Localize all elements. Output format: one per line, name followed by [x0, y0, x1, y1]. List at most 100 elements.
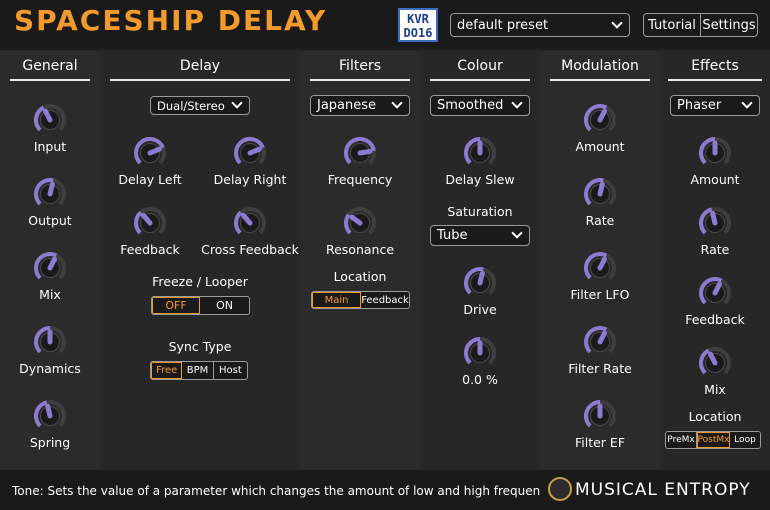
filter-location-toggle: Main Feedback [311, 291, 410, 309]
sync-host-option[interactable]: Host [214, 362, 247, 379]
divider [430, 79, 530, 81]
knob-modulation-filter-lfo[interactable] [583, 251, 617, 285]
knob-general-input[interactable] [33, 103, 67, 137]
knob-label: Mix [704, 382, 726, 397]
effects-location-toggle: PreMx PostMx Loop [665, 431, 761, 449]
saturation-dropdown[interactable]: Tube [430, 225, 530, 246]
filters-title: Filters [339, 58, 381, 74]
divider [668, 79, 762, 81]
delay-mode-dropdown[interactable]: Dual/Stereo [150, 96, 250, 115]
knob-effects-amount[interactable] [698, 136, 732, 170]
knob-label: Filter Rate [568, 361, 632, 376]
knob-filters-resonance[interactable] [343, 206, 377, 240]
knob-delay-cross-feedback[interactable] [233, 206, 267, 240]
effect-type-label: Phaser [677, 98, 722, 113]
knob-general-output[interactable] [33, 177, 67, 211]
location-main-option[interactable]: Main [312, 292, 362, 308]
knob-general-mix[interactable] [33, 251, 67, 285]
preset-dropdown[interactable]: default preset [450, 13, 630, 37]
colour-mode-label: Smoothed [437, 98, 504, 113]
knob-filters-frequency[interactable] [343, 136, 377, 170]
tutorial-button[interactable]: Tutorial [643, 13, 701, 37]
knob-general-dynamics[interactable] [33, 325, 67, 359]
sync-title: Sync Type [168, 339, 232, 354]
settings-button[interactable]: Settings [700, 13, 758, 37]
sync-free-option[interactable]: Free [151, 362, 183, 379]
freeze-on-option[interactable]: ON [200, 297, 249, 314]
effect-type-dropdown[interactable]: Phaser [670, 95, 760, 116]
kvr-logo: KVR DO16 [398, 8, 438, 42]
knob-effects-rate[interactable] [698, 206, 732, 240]
app-title: SPACESHIP DELAY [14, 4, 328, 37]
knob-label: Dynamics [19, 361, 81, 376]
knob-modulation-amount[interactable] [583, 103, 617, 137]
knob-colour-delay-slew[interactable] [463, 136, 497, 170]
divider [10, 79, 90, 81]
knob-label: Output [28, 213, 72, 228]
knob-label: Spring [29, 435, 71, 450]
knob-label: Mix [39, 287, 61, 302]
knob-label: Frequency [327, 172, 393, 187]
freeze-toggle: OFF ON [151, 296, 250, 315]
divider [110, 79, 290, 81]
knob-label: Drive [463, 302, 497, 317]
brand-name: MUSICAL ENTROPY [575, 480, 751, 500]
knob-label: Input [33, 139, 67, 154]
modulation-title: Modulation [561, 58, 639, 74]
knob-label: Feedback [685, 312, 745, 327]
chevron-down-icon [511, 97, 523, 109]
knob-effects-mix[interactable] [698, 346, 732, 380]
chevron-down-icon [511, 227, 523, 239]
knob-label: Resonance [325, 242, 395, 257]
colour-title: Colour [457, 58, 503, 74]
location-premx-option[interactable]: PreMx [666, 432, 697, 448]
sync-toggle: Free BPM Host [150, 361, 248, 380]
knob-label: Delay Right [213, 172, 287, 187]
freeze-off-option[interactable]: OFF [152, 297, 201, 314]
knob-delay-delay-right[interactable] [233, 136, 267, 170]
divider [310, 79, 410, 81]
location-loop-option[interactable]: Loop [730, 432, 760, 448]
knob-label: Delay Slew [445, 172, 515, 187]
knob-delay-delay-left[interactable] [133, 136, 167, 170]
delay-title: Delay [179, 58, 221, 74]
preset-label: default preset [457, 17, 549, 33]
knob-label: Filter EF [574, 435, 626, 450]
knob-delay-feedback[interactable] [133, 206, 167, 240]
knob-label: Amount [690, 172, 740, 187]
chevron-down-icon [741, 97, 753, 109]
saturation-title: Saturation [447, 204, 513, 219]
knob-label: Cross Feedback [201, 242, 299, 257]
knob-label: Rate [700, 242, 730, 257]
saturation-label: Tube [437, 228, 468, 243]
chevron-down-icon [231, 97, 243, 109]
freeze-title: Freeze / Looper [152, 274, 248, 289]
knob-effects-feedback[interactable] [698, 276, 732, 310]
filter-type-dropdown[interactable]: Japanese [310, 95, 410, 116]
divider [550, 79, 650, 81]
chevron-down-icon [611, 16, 623, 29]
delay-mode-label: Dual/Stereo [157, 98, 225, 113]
tooltip-text: Tone: Sets the value of a parameter whic… [12, 484, 540, 498]
knob-general-spring[interactable] [33, 399, 67, 433]
knob-modulation-rate[interactable] [583, 177, 617, 211]
effects-location-title: Location [688, 409, 742, 424]
sync-bpm-option[interactable]: BPM [182, 362, 214, 379]
knob-modulation-filter-ef[interactable] [583, 399, 617, 433]
knob-label: Rate [585, 213, 615, 228]
general-title: General [22, 58, 78, 74]
colour-mode-dropdown[interactable]: Smoothed [430, 95, 530, 116]
knob-label: Amount [575, 139, 625, 154]
knob-modulation-filter-rate[interactable] [583, 325, 617, 359]
location-postmx-option[interactable]: PostMx [697, 432, 730, 448]
location-feedback-option[interactable]: Feedback [361, 292, 409, 308]
knob-label: Filter LFO [570, 287, 630, 302]
knob-colour-0-0-[interactable] [463, 336, 497, 370]
knob-colour-drive[interactable] [463, 266, 497, 300]
effects-title: Effects [691, 58, 739, 74]
filter-location-title: Location [333, 269, 387, 284]
chevron-down-icon [391, 97, 403, 109]
brand-logo-icon [548, 477, 572, 501]
knob-label: 0.0 % [462, 372, 498, 387]
filter-type-label: Japanese [317, 98, 377, 113]
